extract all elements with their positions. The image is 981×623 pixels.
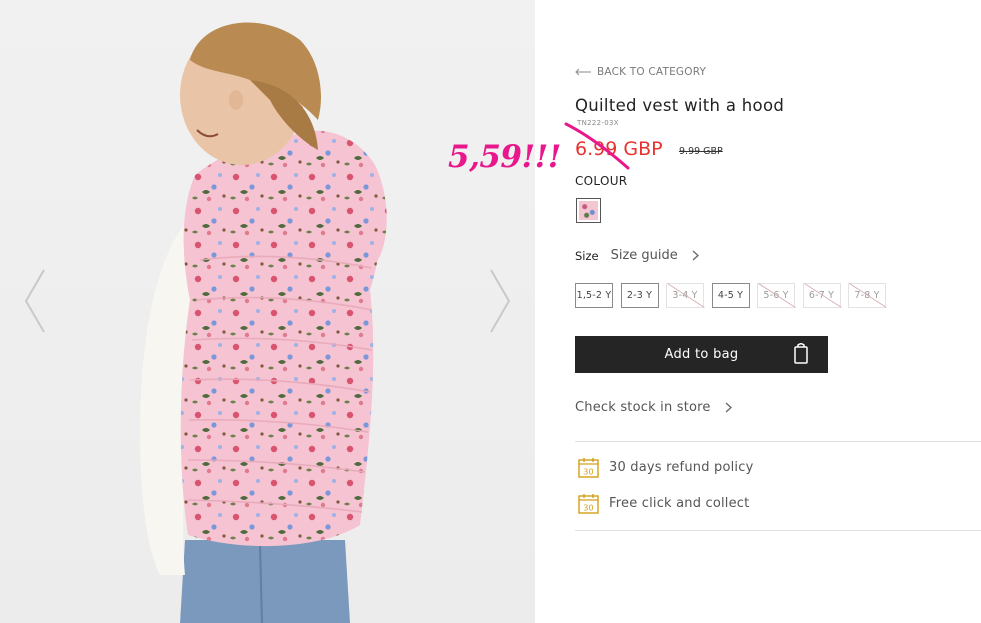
chevron-right-icon (725, 402, 732, 413)
calendar-30-icon: 30 (578, 458, 599, 478)
perk-badge: 30 (583, 504, 594, 513)
perk-badge: 30 (583, 468, 594, 477)
size-option[interactable]: 5-6 Y (757, 283, 795, 308)
previous-image-arrow-icon[interactable] (22, 268, 50, 334)
size-option[interactable]: 2-3 Y (620, 283, 659, 308)
calendar-30-icon: 30 (578, 494, 599, 514)
shopping-bag-icon (794, 343, 808, 364)
product-title: Quilted vest with a hood (575, 96, 785, 115)
size-option[interactable]: 3-4 Y (666, 283, 704, 308)
colour-label: COLOUR (575, 174, 628, 188)
product-photo (0, 0, 535, 623)
size-option[interactable]: 4-5 Y (711, 283, 750, 308)
old-price: 9.99 GBP (679, 146, 723, 157)
perk-label: 30 days refund policy (609, 460, 754, 475)
handwritten-price-annotation: 5,59!!! (448, 139, 561, 175)
colour-swatch-floral-pink[interactable] (576, 198, 601, 223)
size-guide-label: Size guide (610, 248, 678, 263)
perk-label: Free click and collect (609, 496, 750, 511)
add-to-bag-button[interactable]: Add to bag (575, 336, 828, 373)
size-option[interactable]: 6-7 Y (802, 283, 841, 308)
divider (575, 530, 981, 531)
chevron-right-icon (692, 250, 699, 261)
size-label: Size (575, 248, 599, 263)
swatch-fill (579, 201, 598, 220)
size-guide-link[interactable]: Size guide (611, 248, 699, 263)
check-stock-label: Check stock in store (575, 400, 711, 415)
perk-click-collect: 30 Free click and collect (578, 493, 749, 514)
size-row: Size Size guide (575, 248, 699, 263)
product-details: BACK TO CATEGORY Quilted vest with a hoo… (575, 0, 981, 623)
back-link-label: BACK TO CATEGORY (597, 66, 707, 78)
perk-refund-policy: 30 30 days refund policy (578, 457, 753, 478)
back-to-category-link[interactable]: BACK TO CATEGORY (575, 66, 706, 78)
size-option[interactable]: 7-8 Y (848, 283, 886, 308)
arrow-left-icon (575, 68, 591, 76)
size-options: 1,5-2 Y 2-3 Y 3-4 Y 4-5 Y 5-6 Y 6-7 Y 7-8 Y (575, 283, 894, 308)
product-image (140, 22, 387, 623)
divider (575, 441, 981, 442)
next-image-arrow-icon[interactable] (485, 268, 513, 334)
size-option[interactable]: 1,5-2 Y (575, 283, 613, 308)
price-strike-scribble (564, 122, 630, 170)
check-stock-link[interactable]: Check stock in store (575, 400, 732, 415)
add-to-bag-label: Add to bag (664, 347, 739, 362)
